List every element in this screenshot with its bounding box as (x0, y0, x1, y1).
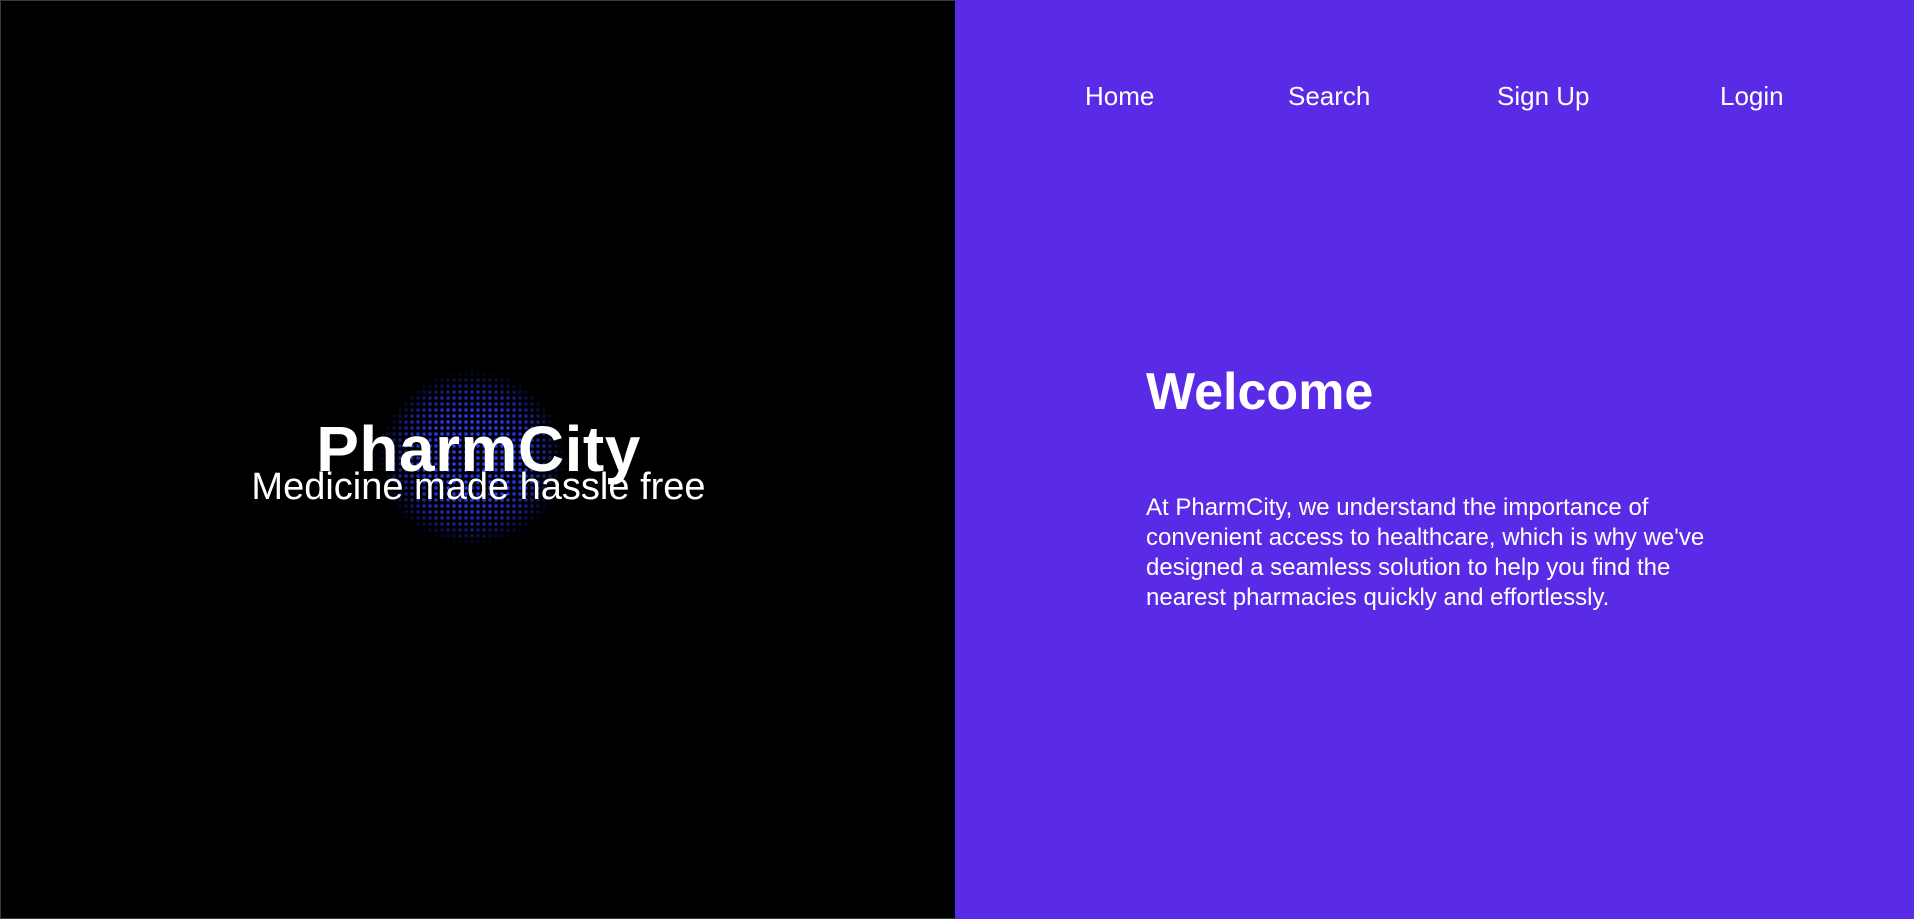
brand-tagline: Medicine made hassle free (251, 466, 706, 508)
welcome-description: At PharmCity, we understand the importan… (1146, 494, 1705, 611)
nav-link-sign-up[interactable]: Sign Up (1497, 78, 1590, 114)
nav-link-search[interactable]: Search (1288, 78, 1370, 114)
landing-page: PharmCity Medicine made hassle free Home… (0, 0, 1914, 919)
welcome-heading: Welcome (1146, 363, 1374, 421)
nav-link-login[interactable]: Login (1720, 78, 1784, 114)
nav-link-home[interactable]: Home (1085, 78, 1154, 114)
top-navigation: Home Search Sign Up Login (955, 78, 1914, 114)
hero-panel: PharmCity Medicine made hassle free (0, 0, 955, 919)
welcome-panel: Home Search Sign Up Login Welcome At Pha… (955, 0, 1914, 919)
